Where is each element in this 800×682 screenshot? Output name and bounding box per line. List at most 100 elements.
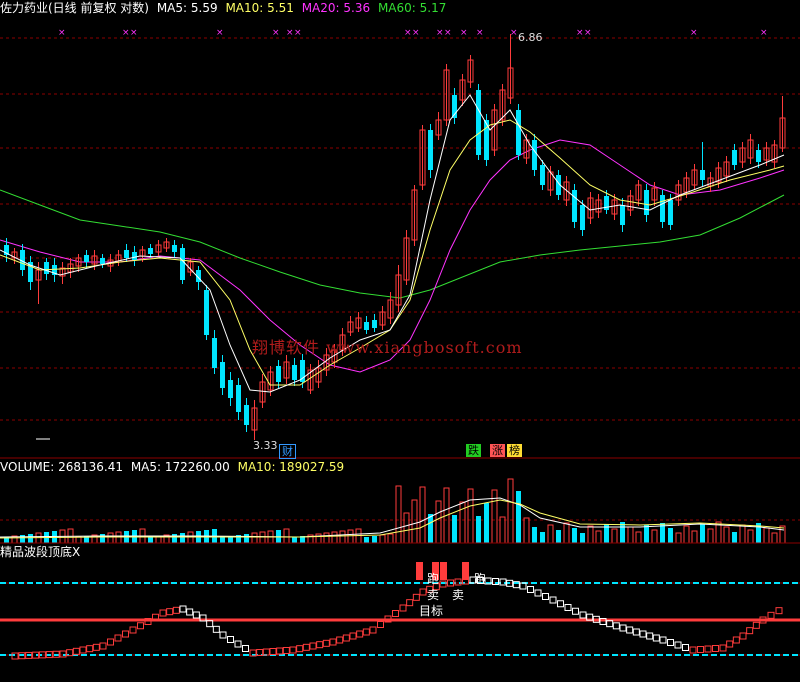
indicator-box xyxy=(564,604,572,611)
signal-x-marker: × xyxy=(286,28,294,38)
volume-bar xyxy=(315,533,322,544)
indicator-box xyxy=(166,608,174,616)
ma20-value: MA20: 5.36 xyxy=(301,1,371,15)
indicator-box xyxy=(192,611,200,619)
volume-bar xyxy=(172,534,177,543)
indicator-box xyxy=(369,626,377,634)
candle-body xyxy=(476,90,481,155)
indicator-box xyxy=(732,636,740,644)
candle-body xyxy=(292,365,297,380)
volume-bar xyxy=(779,525,786,544)
signal-x-marker: × xyxy=(412,28,420,38)
volume-bar xyxy=(467,488,474,544)
volume-bar xyxy=(747,529,754,544)
volume-bar xyxy=(499,516,506,544)
candle-body xyxy=(148,248,153,254)
volume-bar xyxy=(428,514,433,543)
volume-bar xyxy=(28,534,33,543)
indicator-box xyxy=(296,645,304,653)
indicator-box xyxy=(179,605,187,613)
candle-body xyxy=(172,245,177,252)
fall-badge[interactable]: 跌 xyxy=(466,444,481,457)
indicator-boxes[interactable] xyxy=(0,562,800,660)
indicator-box xyxy=(542,593,549,600)
ma60-path xyxy=(0,189,785,299)
volume-bars[interactable] xyxy=(0,478,786,544)
candle-body xyxy=(756,150,761,162)
indicator-box xyxy=(557,600,564,608)
volume-bar xyxy=(244,534,249,543)
indicator-box xyxy=(79,646,87,654)
indicator-box xyxy=(549,596,557,604)
candle-body xyxy=(132,252,137,260)
sell-signal-block xyxy=(462,562,469,580)
candle-body xyxy=(236,385,241,412)
volume-bar xyxy=(572,528,577,543)
indicator-box xyxy=(726,640,734,648)
sell-label: 卖 xyxy=(427,588,440,602)
candle-body xyxy=(44,262,49,274)
volume-bar xyxy=(771,532,778,544)
indicator-box xyxy=(349,632,357,640)
indicator-box xyxy=(129,626,137,634)
stock-title[interactable]: 佐力药业(日线 前复权 对数) xyxy=(0,1,149,15)
indicator-box xyxy=(639,630,647,638)
indicator-box xyxy=(322,639,330,647)
rise-badge[interactable]: 涨 xyxy=(490,444,505,457)
signal-x-marker: × xyxy=(216,28,224,38)
candle-body xyxy=(204,290,209,335)
indicator-box xyxy=(219,631,227,639)
indicator-box xyxy=(269,648,277,655)
volume-bar xyxy=(516,491,521,543)
volume-bar xyxy=(339,530,346,544)
indicator-box xyxy=(114,634,122,642)
indicator-box xyxy=(697,646,704,653)
indicator-box xyxy=(206,620,214,628)
indicator-box xyxy=(212,625,220,633)
candle-body xyxy=(668,200,673,225)
volume-ma5-value: MA5: 172260.00 xyxy=(130,460,230,474)
indicator-box xyxy=(356,630,364,638)
candle-body xyxy=(84,255,89,262)
indicator-title[interactable]: 精品波段顶底X xyxy=(0,545,80,559)
indicator-box xyxy=(282,647,290,654)
indicator-box xyxy=(767,611,775,619)
signal-x-marker: × xyxy=(58,28,66,38)
volume-bar xyxy=(707,528,714,544)
signal-x-marker: × xyxy=(760,28,768,38)
candle-body xyxy=(180,248,185,280)
indicator-box xyxy=(682,644,689,651)
indicator-box xyxy=(419,588,427,596)
indicator-box xyxy=(159,609,167,617)
candlesticks[interactable] xyxy=(4,34,786,440)
volume-bar xyxy=(435,500,442,544)
volume-bar xyxy=(723,526,730,544)
volume-bar xyxy=(364,537,369,543)
indicator-box xyxy=(572,607,579,615)
indicator-box xyxy=(534,589,542,597)
rank-badge[interactable]: 榜 xyxy=(507,444,522,457)
indicator-box xyxy=(122,630,129,638)
indicator-box xyxy=(86,645,94,653)
volume-bar xyxy=(331,531,338,544)
volume-bar xyxy=(372,536,377,543)
ma10-value: MA10: 5.51 xyxy=(225,1,294,15)
run-label: 跑 xyxy=(427,572,440,586)
volume-bar xyxy=(507,478,514,544)
signal-x-marker: × xyxy=(294,28,302,38)
volume-bar xyxy=(691,530,698,544)
ma60-value: MA60: 5.17 xyxy=(377,1,447,15)
indicator-box xyxy=(406,599,414,607)
indicator-box xyxy=(137,622,144,630)
volume-bar xyxy=(611,528,618,544)
indicator-box xyxy=(689,646,697,654)
sell-label-2: 卖 xyxy=(452,588,465,602)
volume-bar xyxy=(292,537,297,543)
volume-bar xyxy=(323,532,330,544)
candle-body xyxy=(580,205,585,230)
candle-body xyxy=(364,322,369,330)
volume-bar xyxy=(627,526,634,544)
indicator-box xyxy=(186,608,194,616)
signal-markers: × × × × × × × × × × × × × × × × × × xyxy=(58,28,768,38)
finance-badge[interactable]: 财 xyxy=(279,444,296,459)
